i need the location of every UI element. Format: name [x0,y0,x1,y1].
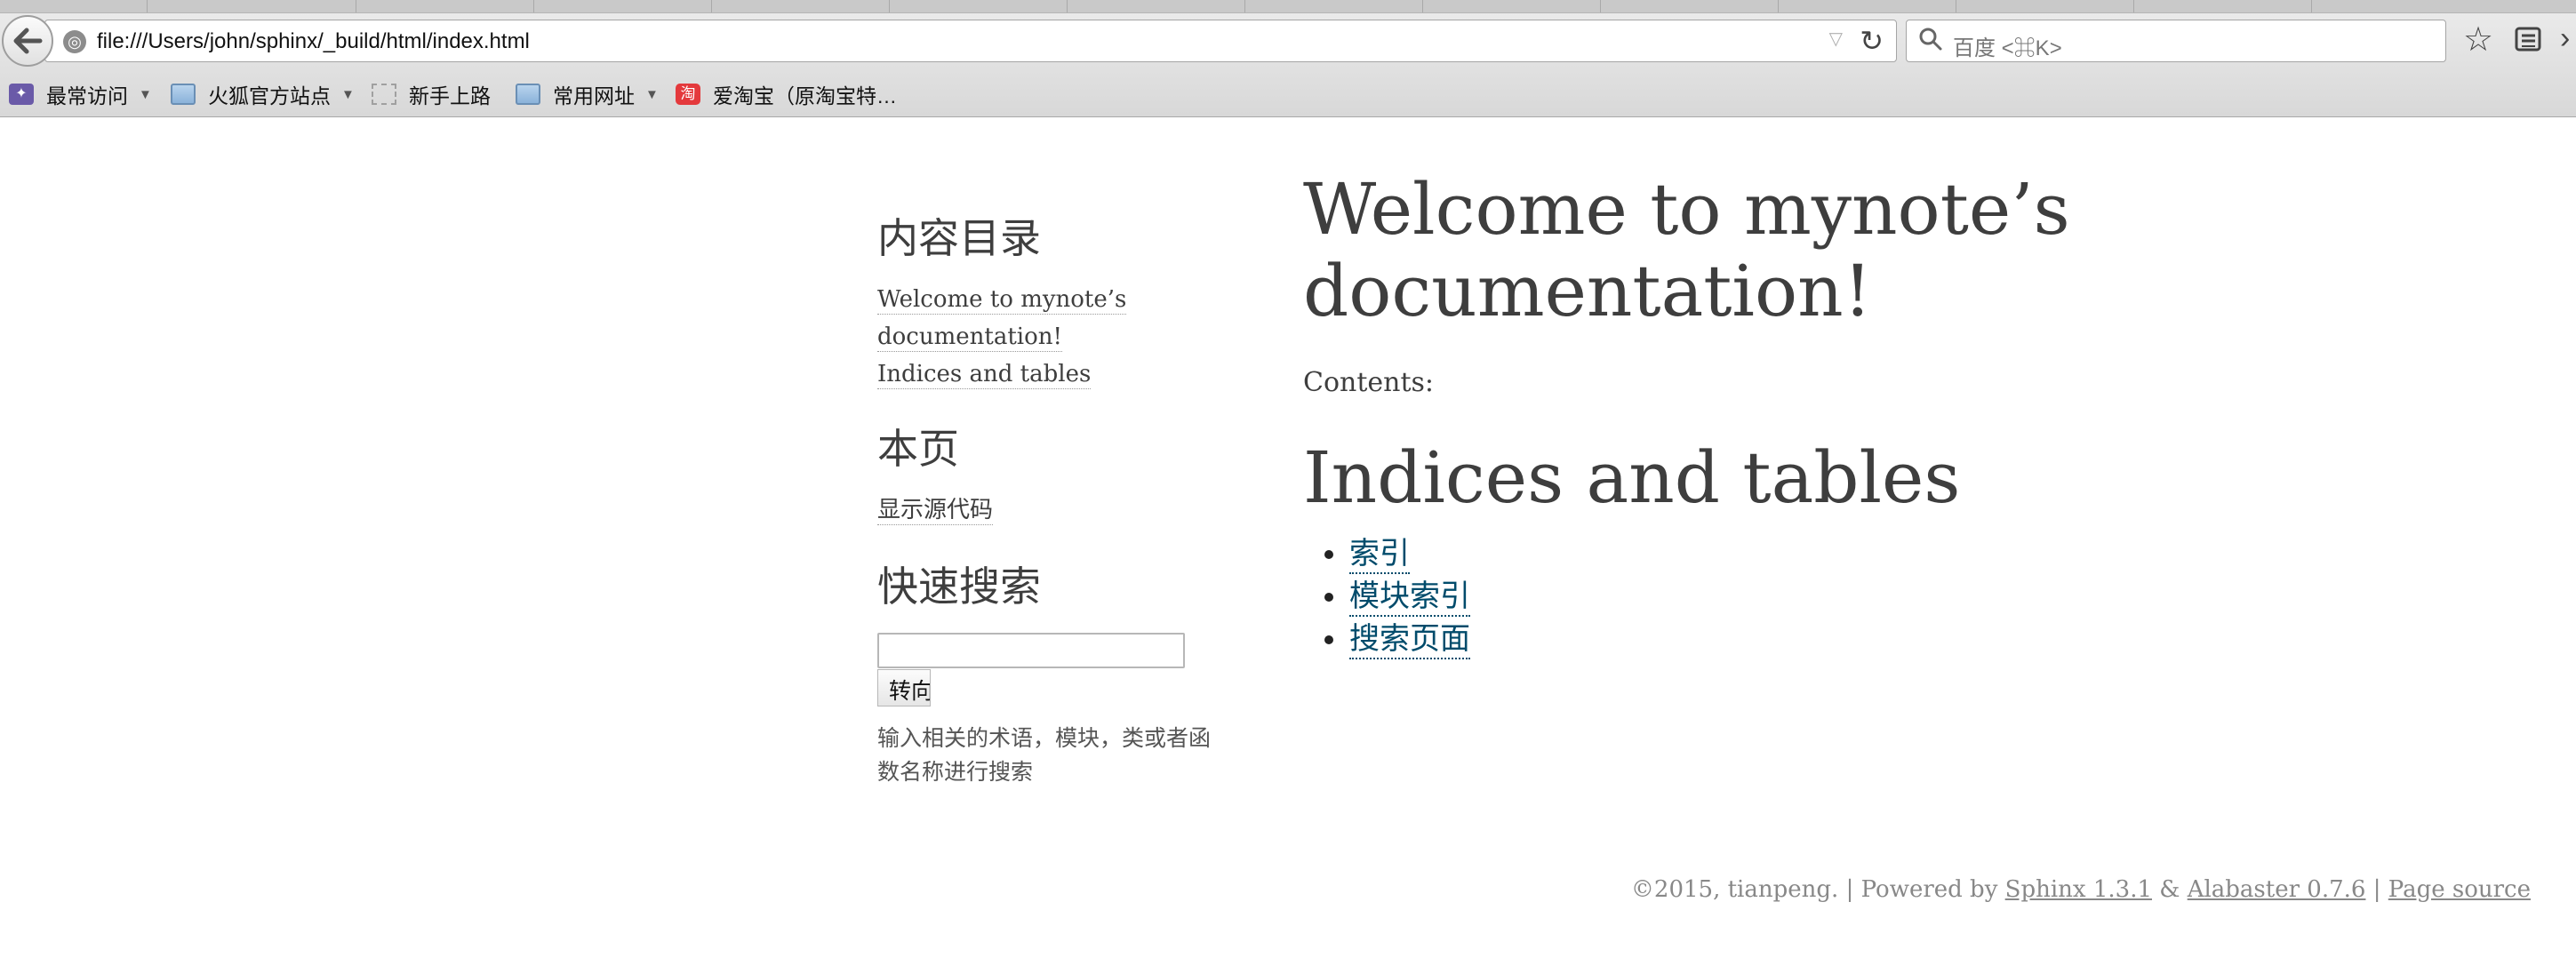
globe-icon: ◎ [63,30,86,53]
bookmark-getting-started[interactable]: 新手上路 [372,79,491,109]
toc-link-indices[interactable]: Indices and tables [877,360,1092,389]
tab-separator [1422,0,1423,12]
bookmarks-toolbar: ✦ 最常访问 ▼ 火狐官方站点 ▼ 新手上路 常用网址 ▼ 淘 爱淘宝（原淘宝特… [0,70,2576,115]
reading-list-icon[interactable] [2514,25,2542,53]
bookmark-label: 新手上路 [409,84,491,108]
tab-separator [1600,0,1601,12]
quick-search-heading: 快速搜索 [877,563,1041,611]
back-arrow-icon [13,28,43,54]
search-hint: 输入相关的术语，模块，类或者函数名称进行搜索 [877,726,1212,785]
folder-icon [516,84,540,105]
page-source-link[interactable]: Page source [2388,876,2531,903]
bookmark-firefox-sites[interactable]: 火狐官方站点 ▼ [171,79,355,109]
bookmark-label: 最常访问 [46,84,128,108]
footer-separator: | [1845,876,1854,903]
back-button[interactable] [2,15,53,67]
tab-separator [711,0,712,12]
bookmark-star-icon[interactable]: ☆ [2463,20,2493,60]
taobao-icon: 淘 [676,84,700,105]
list-item: 搜索页面 [1324,620,1470,659]
toc-link-welcome-1[interactable]: Welcome to mynote’s [877,285,1127,315]
tab-separator [147,0,148,12]
bookmark-most-visited[interactable]: ✦ 最常访问 ▼ [9,79,152,109]
tab-separator [1778,0,1779,12]
list-item: 索引 [1324,535,1410,574]
url-text[interactable]: file:///Users/john/sphinx/_build/html/in… [97,29,530,54]
this-page-heading: 本页 [877,425,959,473]
bookmark-label: 常用网址 [553,84,635,108]
tab-separator [533,0,534,12]
bookmark-aitaobao[interactable]: 淘 爱淘宝（原淘宝特… [676,79,897,109]
contents-label: Contents: [1303,367,1435,398]
alabaster-link[interactable]: Alabaster 0.7.6 [2188,876,2366,903]
bullet [1324,635,1333,644]
search-icon [1919,28,1942,51]
quick-search-input[interactable] [877,633,1185,668]
web-search-placeholder: 百度 <⌘K> [1953,36,2062,60]
web-search-bar[interactable]: 百度 <⌘K> [1906,20,2446,62]
toc-link-text: Welcome to mynote’s [877,286,1127,313]
chevron-down-icon: ▼ [645,86,659,102]
most-visited-icon: ✦ [9,84,34,105]
bullet [1324,593,1333,602]
list-item: 模块索引 [1324,578,1470,617]
tab-separator [1067,0,1068,12]
search-page-link[interactable]: 搜索页面 [1349,620,1470,659]
ampersand: & [2159,876,2180,903]
sphinx-link[interactable]: Sphinx 1.3.1 [2005,876,2152,903]
go-button[interactable]: 转向 [877,669,931,707]
bullet [1324,550,1333,559]
page-icon [372,84,396,105]
bookmark-label: 爱淘宝（原淘宝特… [713,84,897,108]
tab-separator [889,0,890,12]
powered-by-text: Powered by [1860,876,1998,903]
index-link[interactable]: 索引 [1349,535,1410,574]
copyright: ©2015, tianpeng. [1630,876,1839,903]
reload-icon[interactable]: ↻ [1860,24,1884,58]
tab-separator [2133,0,2134,12]
tab-strip [0,0,2576,13]
chevron-down-icon: ▼ [341,86,355,102]
footer-separator: | [2372,876,2381,903]
module-index-link[interactable]: 模块索引 [1349,578,1470,617]
url-history-dropdown-icon[interactable]: ▽ [1829,28,1843,50]
chevron-down-icon: ▼ [139,86,152,102]
toc-link-text: documentation! [877,323,1062,350]
browser-toolbar: ◎ file:///Users/john/sphinx/_build/html/… [0,0,2576,117]
indices-heading: Indices and tables [1303,436,1961,519]
footer: ©2015, tianpeng. | Powered by Sphinx 1.3… [1631,876,2531,903]
tab-separator [2311,0,2312,12]
bookmark-label: 火狐官方站点 [208,84,331,108]
folder-icon [171,84,196,105]
page-title: Welcome to mynote’s documentation! [1303,168,2070,332]
toc-link-welcome-2[interactable]: documentation! [877,323,1062,352]
toc-heading: 内容目录 [877,214,1041,262]
show-source-link[interactable]: 显示源代码 [877,496,994,525]
tab-separator [1244,0,1245,12]
bookmark-common-sites[interactable]: 常用网址 ▼ [516,79,659,109]
url-bar[interactable]: ◎ file:///Users/john/sphinx/_build/html/… [44,20,1897,62]
menu-overflow-icon[interactable]: › [2560,21,2570,56]
